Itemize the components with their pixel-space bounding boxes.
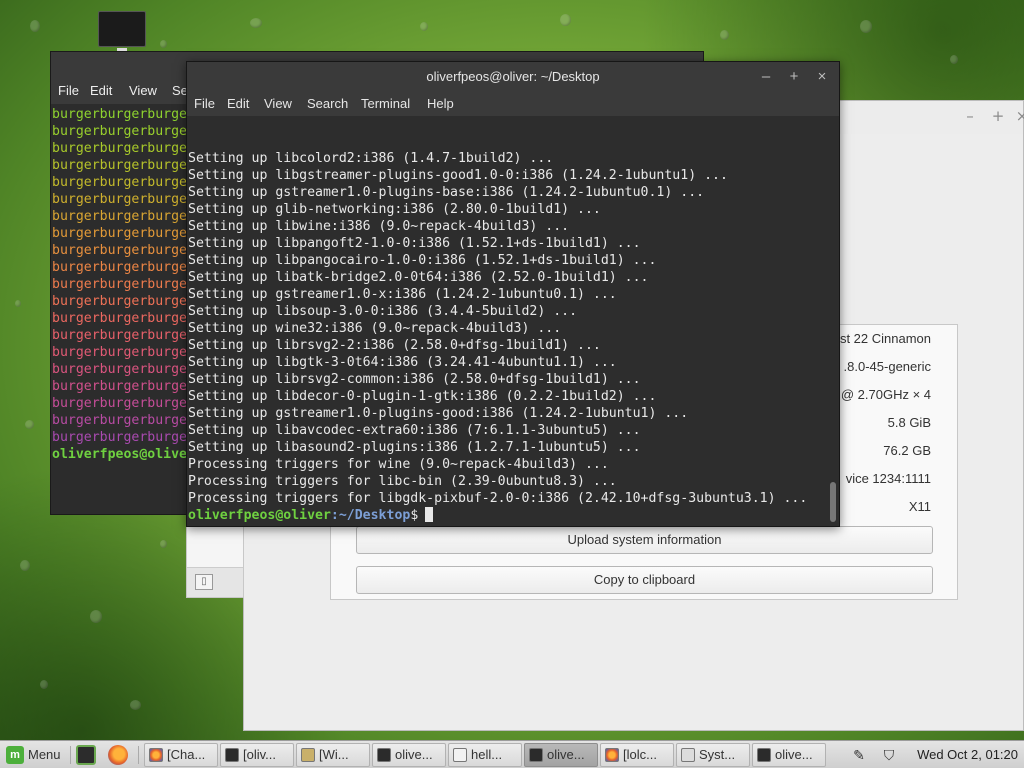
desktop-monitor-icon[interactable] [98, 11, 146, 52]
maximize-icon[interactable]: + [785, 68, 803, 86]
upload-system-info-button[interactable]: Upload system information [356, 526, 933, 554]
taskbar-item[interactable]: hell... [448, 743, 522, 767]
info-value: X11 [908, 499, 931, 514]
terminal-line: Processing triggers for libgdk-pixbuf-2.… [188, 491, 808, 506]
info-value: @ 2.70GHz × 4 [840, 387, 931, 402]
taskbar-item-label: olive... [395, 747, 433, 762]
terminal-line: Setting up gstreamer1.0-plugins-base:i38… [188, 185, 705, 200]
prompt-path: :~/Desktop [330, 508, 411, 523]
minimize-icon[interactable]: – [757, 68, 775, 86]
mint-logo-icon: m [6, 746, 24, 764]
terminal-line: Setting up libpangocairo-1.0-0:i386 (1.5… [188, 253, 657, 268]
prompt-user: oliverfpeos@oliver [188, 508, 331, 523]
taskbar-item[interactable]: [lolc... [600, 743, 674, 767]
panel-separator [138, 746, 139, 764]
terminal-line: Setting up libpangoft2-1.0-0:i386 (1.52.… [188, 236, 641, 251]
taskbar-item[interactable]: olive... [524, 743, 598, 767]
terminal-line: Processing triggers for wine (9.0~repack… [188, 457, 609, 472]
terminal-title: oliverfpeos@oliver: ~/Desktop [426, 69, 600, 84]
menu-terminal[interactable]: Terminal [361, 96, 410, 111]
terminal-line: Setting up libatk-bridge2.0-0t64:i386 (2… [188, 270, 649, 285]
close-icon[interactable]: × [813, 68, 831, 86]
side-window: ▯ [186, 520, 244, 598]
taskbar-item[interactable]: olive... [372, 743, 446, 767]
show-desktop-icon[interactable] [76, 745, 96, 765]
menu-view[interactable]: View [264, 96, 292, 111]
close-icon[interactable]: × [1012, 107, 1024, 125]
terminal-line: Setting up libwine:i386 (9.0~repack-4bui… [188, 219, 570, 234]
terminal-icon [225, 748, 239, 762]
maximize-icon[interactable]: + [988, 107, 1008, 125]
pen-icon[interactable]: ✎ [850, 746, 868, 764]
firefox-icon [605, 748, 619, 762]
terminal-line: Setting up gstreamer1.0-plugins-good:i38… [188, 406, 689, 421]
info-value: 76.2 GB [883, 443, 931, 458]
clock[interactable]: Wed Oct 2, 01:20 [917, 741, 1018, 768]
info-value: vice 1234:1111 [845, 471, 931, 486]
terminal-line: Setting up librsvg2-2:i386 (2.58.0+dfsg-… [188, 338, 601, 353]
menu-search[interactable]: Search [307, 96, 348, 111]
terminal-line: Setting up libsoup-3.0-0:i386 (3.4.4-5bu… [188, 304, 578, 319]
taskbar-item-label: olive... [775, 747, 813, 762]
menu-file[interactable]: File [58, 83, 79, 98]
terminal-line: Setting up libgtk-3-0t64:i386 (3.24.41-4… [188, 355, 617, 370]
copy-to-clipboard-button[interactable]: Copy to clipboard [356, 566, 933, 594]
terminal-line: Setting up libdecor-0-plugin-1-gtk:i386 … [188, 389, 657, 404]
terminal-icon [377, 748, 391, 762]
text-cursor [425, 507, 434, 522]
firefox-icon[interactable] [108, 745, 128, 765]
taskbar-item-label: olive... [547, 747, 585, 762]
taskbar-item-label: [Wi... [319, 747, 349, 762]
scrollbar-thumb[interactable] [830, 482, 836, 522]
terminal-window: oliverfpeos@oliver: ~/Desktop – + × File… [186, 61, 840, 527]
side-window-toolbar: ▯ [187, 567, 243, 597]
taskbar-item-label: [Cha... [167, 747, 206, 762]
minimize-icon[interactable]: – [960, 107, 980, 125]
terminal-line: Setting up wine32:i386 (9.0~repack-4buil… [188, 321, 562, 336]
terminal-line: Setting up libcolord2:i386 (1.4.7-1build… [188, 151, 554, 166]
taskbar-item-label: Syst... [699, 747, 736, 762]
terminal-line: Setting up glib-networking:i386 (2.80.0-… [188, 202, 601, 217]
shield-icon[interactable]: ⛉ [880, 746, 898, 764]
taskbar-item-label: hell... [471, 747, 503, 762]
terminal-line: Setting up libgstreamer-plugins-good1.0-… [188, 168, 728, 183]
taskbar-item-label: [lolc... [623, 747, 657, 762]
menu-file[interactable]: File [194, 96, 215, 111]
prompt-symbol: $ [410, 508, 419, 523]
terminal-line: Setting up gstreamer1.0-x:i386 (1.24.2-1… [188, 287, 617, 302]
taskbar-item[interactable]: Syst... [676, 743, 750, 767]
terminal-line: Setting up libasound2-plugins:i386 (1.2.… [188, 440, 641, 455]
info-value: st 22 Cinnamon [839, 331, 931, 346]
menu-help[interactable]: Help [427, 96, 454, 111]
sidebar-toggle-icon[interactable]: ▯ [195, 574, 213, 590]
panel-separator [70, 746, 71, 764]
terminal-titlebar[interactable]: oliverfpeos@oliver: ~/Desktop – + × [187, 62, 839, 92]
terminal-line: Setting up libavcodec-extra60:i386 (7:6.… [188, 423, 641, 438]
info-value: .8.0-45-generic [843, 359, 931, 374]
taskbar: m Menu [Cha... [oliv... [Wi... olive... hell… [0, 740, 1024, 768]
wine-icon [301, 748, 315, 762]
text-editor-icon [453, 748, 467, 762]
terminal-output[interactable]: Setting up libcolord2:i386 (1.4.7-1build… [187, 116, 827, 524]
menu-view[interactable]: View [129, 83, 157, 98]
info-value: 5.8 GiB [887, 415, 931, 430]
taskbar-item[interactable]: [oliv... [220, 743, 294, 767]
terminal-icon [529, 748, 543, 762]
menu-button[interactable]: m Menu [2, 743, 61, 767]
taskbar-item-label: [oliv... [243, 747, 276, 762]
terminal-menubar: File Edit View Search Terminal Help [187, 92, 839, 116]
firefox-icon [149, 748, 163, 762]
taskbar-item[interactable]: [Wi... [296, 743, 370, 767]
terminal-prompt: oliverfpeos@oliver:~/Desktop$ [188, 507, 827, 524]
terminal-line: Setting up librsvg2-common:i386 (2.58.0+… [188, 372, 641, 387]
taskbar-item[interactable]: [Cha... [144, 743, 218, 767]
menu-edit[interactable]: Edit [90, 83, 112, 98]
menu-label: Menu [28, 747, 61, 762]
system-info-icon [681, 748, 695, 762]
terminal-scrollbar[interactable] [829, 118, 837, 522]
terminal-line: Processing triggers for libc-bin (2.39-0… [188, 474, 617, 489]
taskbar-item[interactable]: olive... [752, 743, 826, 767]
terminal-icon [757, 748, 771, 762]
menu-edit[interactable]: Edit [227, 96, 249, 111]
